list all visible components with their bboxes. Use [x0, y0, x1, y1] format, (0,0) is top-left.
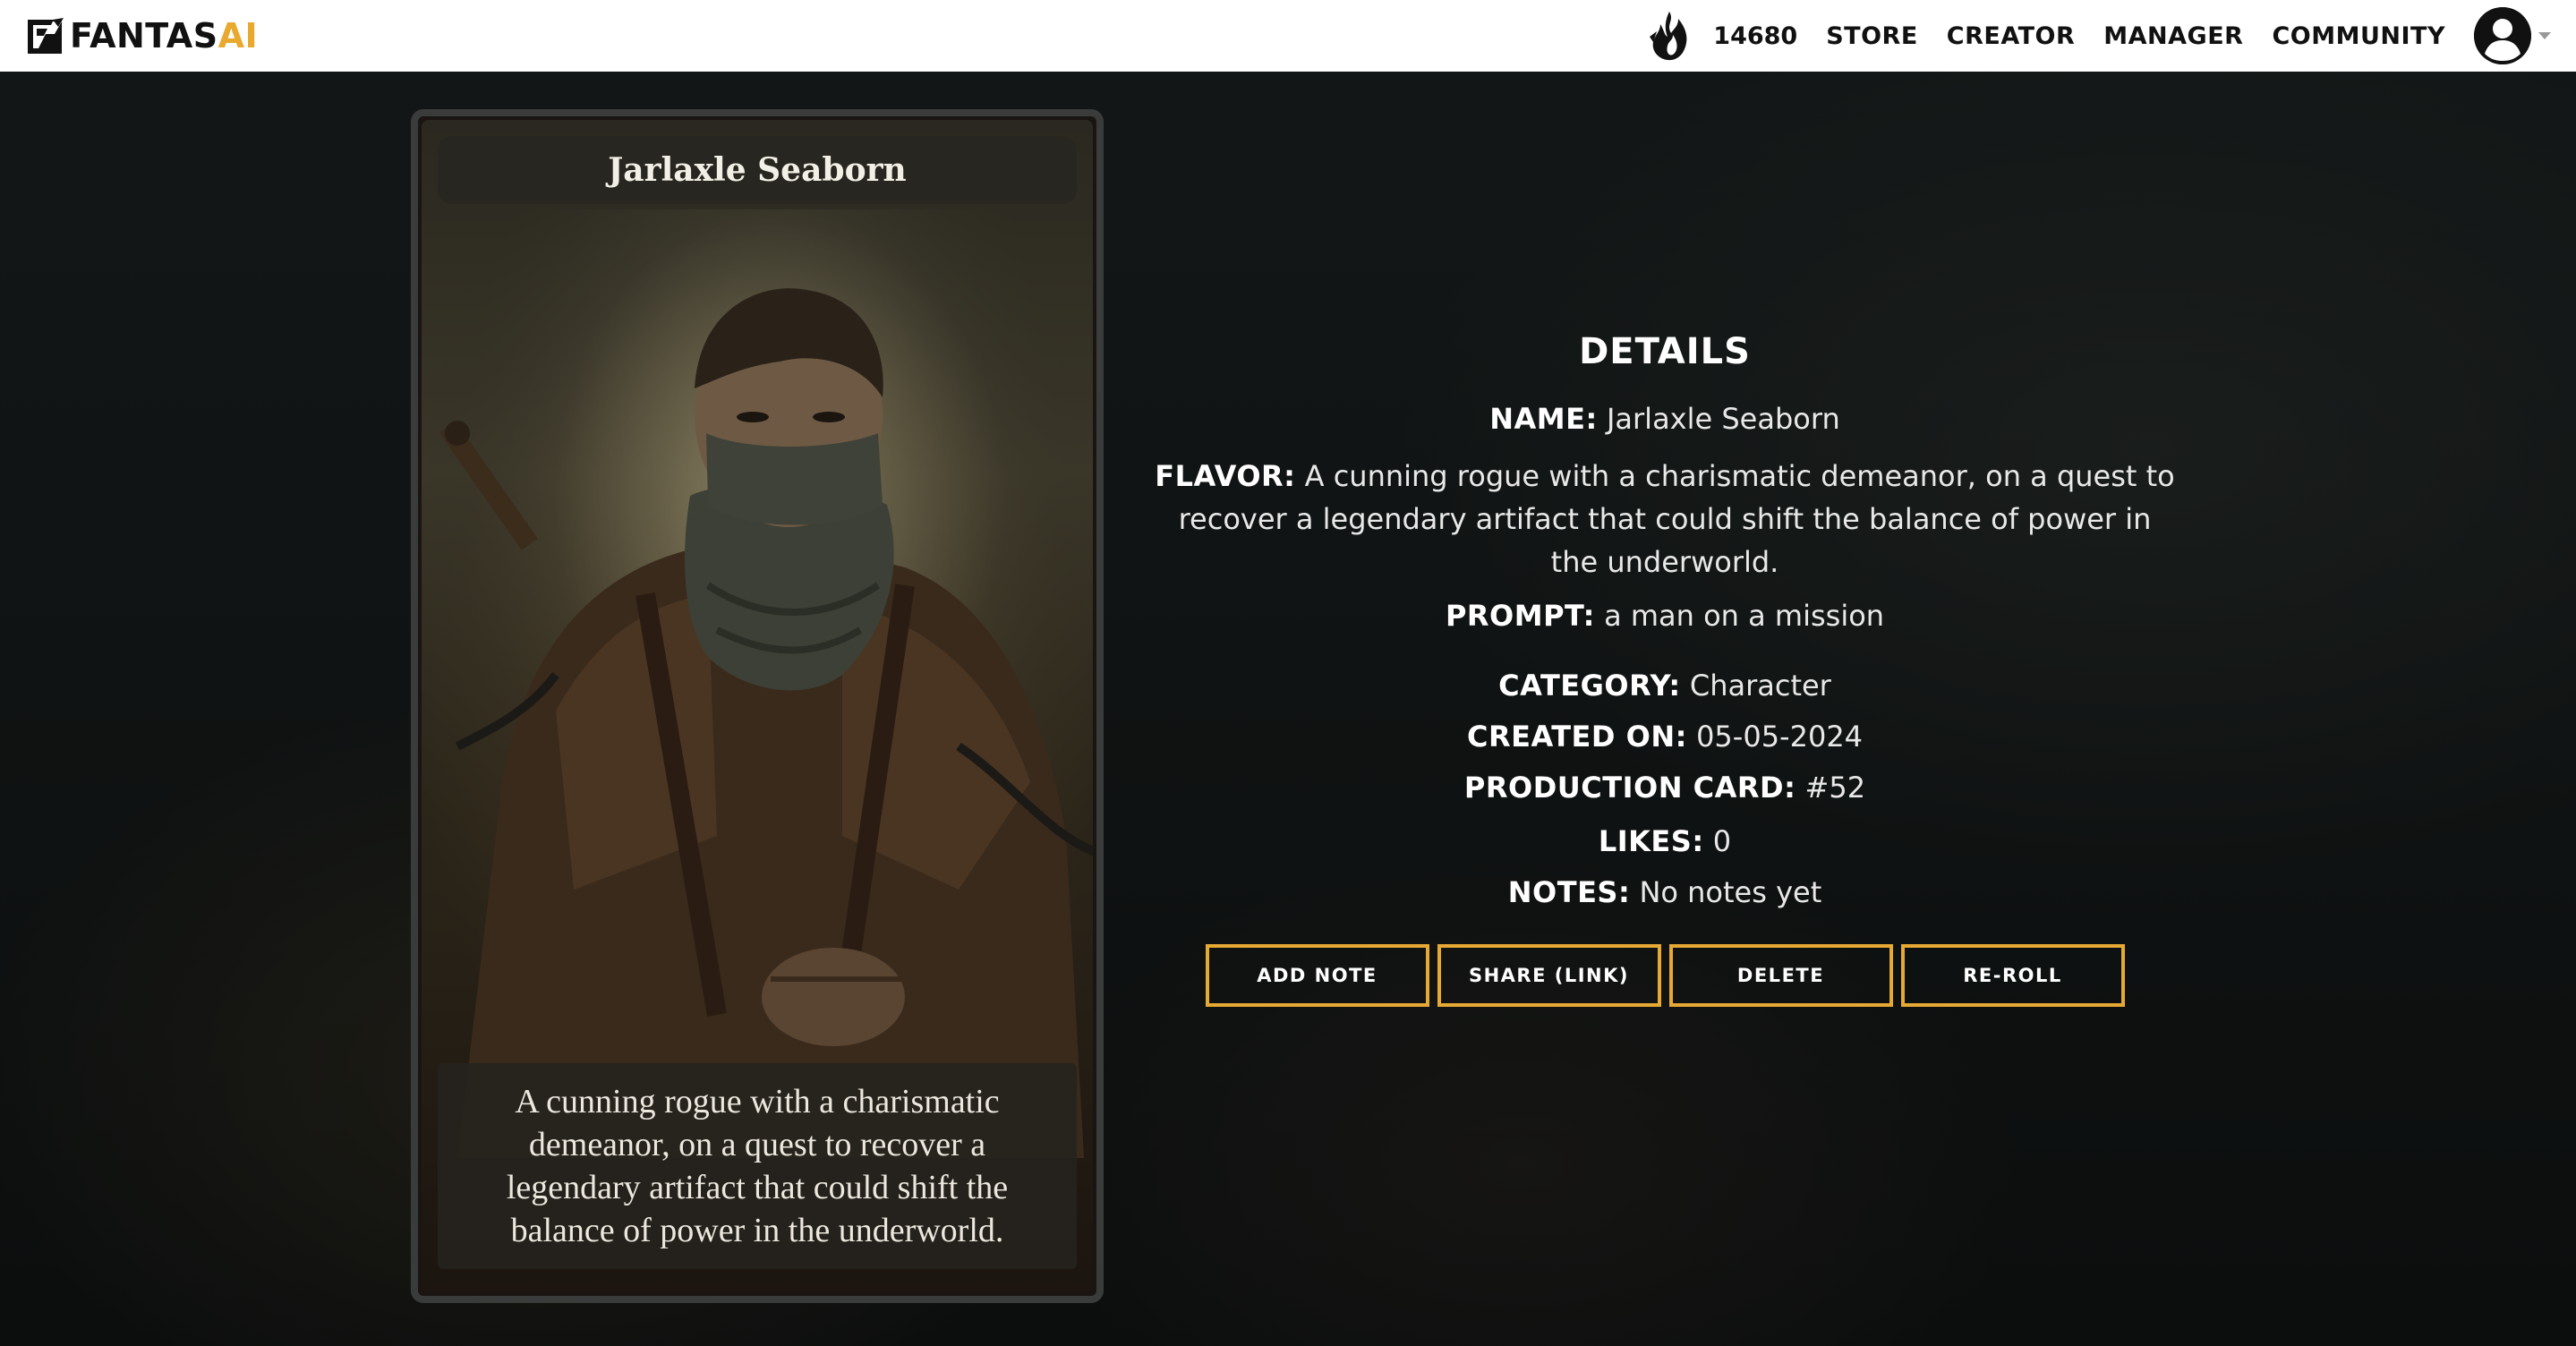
detail-created-label: CREATED ON:: [1466, 720, 1687, 754]
detail-notes: NOTES: No notes yet: [1155, 871, 2175, 914]
detail-notes-label: NOTES:: [1507, 875, 1631, 909]
details-panel: DETAILS NAME: Jarlaxle Seaborn FLAVOR: A…: [1155, 331, 2175, 1007]
card-title-box: Jarlaxle Seaborn: [438, 136, 1077, 204]
logo-text-accent: AI: [218, 16, 259, 55]
nav-community[interactable]: COMMUNITY: [2272, 22, 2445, 50]
logo-text-main: FANTAS: [70, 16, 218, 55]
add-note-button[interactable]: ADD NOTE: [1205, 944, 1429, 1007]
page: FANTASAI 14680 STORE CREATOR MANAGER COM…: [0, 0, 2576, 1346]
coin-balance: 14680: [1713, 21, 1798, 50]
nav-right: 14680 STORE CREATOR MANAGER COMMUNITY: [1647, 7, 2551, 64]
detail-likes-label: LIKES:: [1598, 824, 1704, 858]
card: Jarlaxle Seaborn A cunning rogue with a …: [411, 109, 1104, 1303]
detail-name-label: NAME:: [1489, 402, 1598, 436]
card-flavor-text: A cunning rogue with a charismatic demea…: [506, 1083, 1009, 1249]
detail-category-value: Character: [1689, 669, 1831, 703]
detail-flavor-label: FLAVOR:: [1155, 459, 1296, 493]
logo-mark-icon: [25, 15, 66, 56]
nav-creator[interactable]: CREATOR: [1947, 22, 2076, 50]
delete-button[interactable]: DELETE: [1668, 944, 1893, 1007]
detail-production-value: #52: [1804, 771, 1866, 805]
detail-prompt-value: a man on a mission: [1604, 599, 1885, 633]
user-menu[interactable]: [2474, 7, 2551, 64]
top-navbar: FANTASAI 14680 STORE CREATOR MANAGER COM…: [0, 0, 2576, 72]
card-title: Jarlaxle Seaborn: [608, 151, 907, 189]
logo-text: FANTASAI: [70, 16, 258, 55]
card-flavor-box: A cunning rogue with a charismatic demea…: [438, 1063, 1077, 1269]
detail-name: NAME: Jarlaxle Seaborn: [1155, 397, 2175, 440]
detail-flavor: FLAVOR: A cunning rogue with a charismat…: [1155, 455, 2175, 584]
detail-category: CATEGORY: Character: [1155, 664, 2175, 707]
action-buttons: ADD NOTE SHARE (LINK) DELETE RE-ROLL: [1155, 944, 2175, 1007]
nav-store[interactable]: STORE: [1826, 22, 1918, 50]
detail-likes-value: 0: [1712, 824, 1732, 858]
details-title: DETAILS: [1579, 331, 1751, 372]
detail-flavor-value: A cunning rogue with a charismatic demea…: [1178, 459, 2175, 579]
detail-notes-value: No notes yet: [1639, 875, 1822, 909]
card-artwork: [422, 209, 1093, 1158]
chevron-down-icon: [2538, 32, 2551, 39]
detail-created-value: 05-05-2024: [1696, 720, 1864, 754]
logo[interactable]: FANTASAI: [25, 15, 258, 56]
detail-production-label: PRODUCTION CARD:: [1463, 771, 1796, 805]
detail-prompt: PROMPT: a man on a mission: [1155, 594, 2175, 637]
avatar-icon: [2474, 7, 2531, 64]
detail-prompt-label: PROMPT:: [1445, 599, 1595, 633]
detail-production: PRODUCTION CARD: #52: [1155, 766, 2175, 809]
reroll-button[interactable]: RE-ROLL: [1900, 944, 2125, 1007]
card-face: Jarlaxle Seaborn A cunning rogue with a …: [422, 120, 1093, 1292]
detail-category-label: CATEGORY:: [1498, 669, 1681, 703]
share-link-button[interactable]: SHARE (LINK): [1437, 944, 1661, 1007]
nav-manager[interactable]: MANAGER: [2103, 22, 2243, 50]
detail-created: CREATED ON: 05-05-2024: [1155, 715, 2175, 758]
detail-likes: LIKES: 0: [1155, 820, 2175, 863]
flame-icon: [1647, 9, 1693, 63]
detail-name-value: Jarlaxle Seaborn: [1606, 402, 1840, 436]
